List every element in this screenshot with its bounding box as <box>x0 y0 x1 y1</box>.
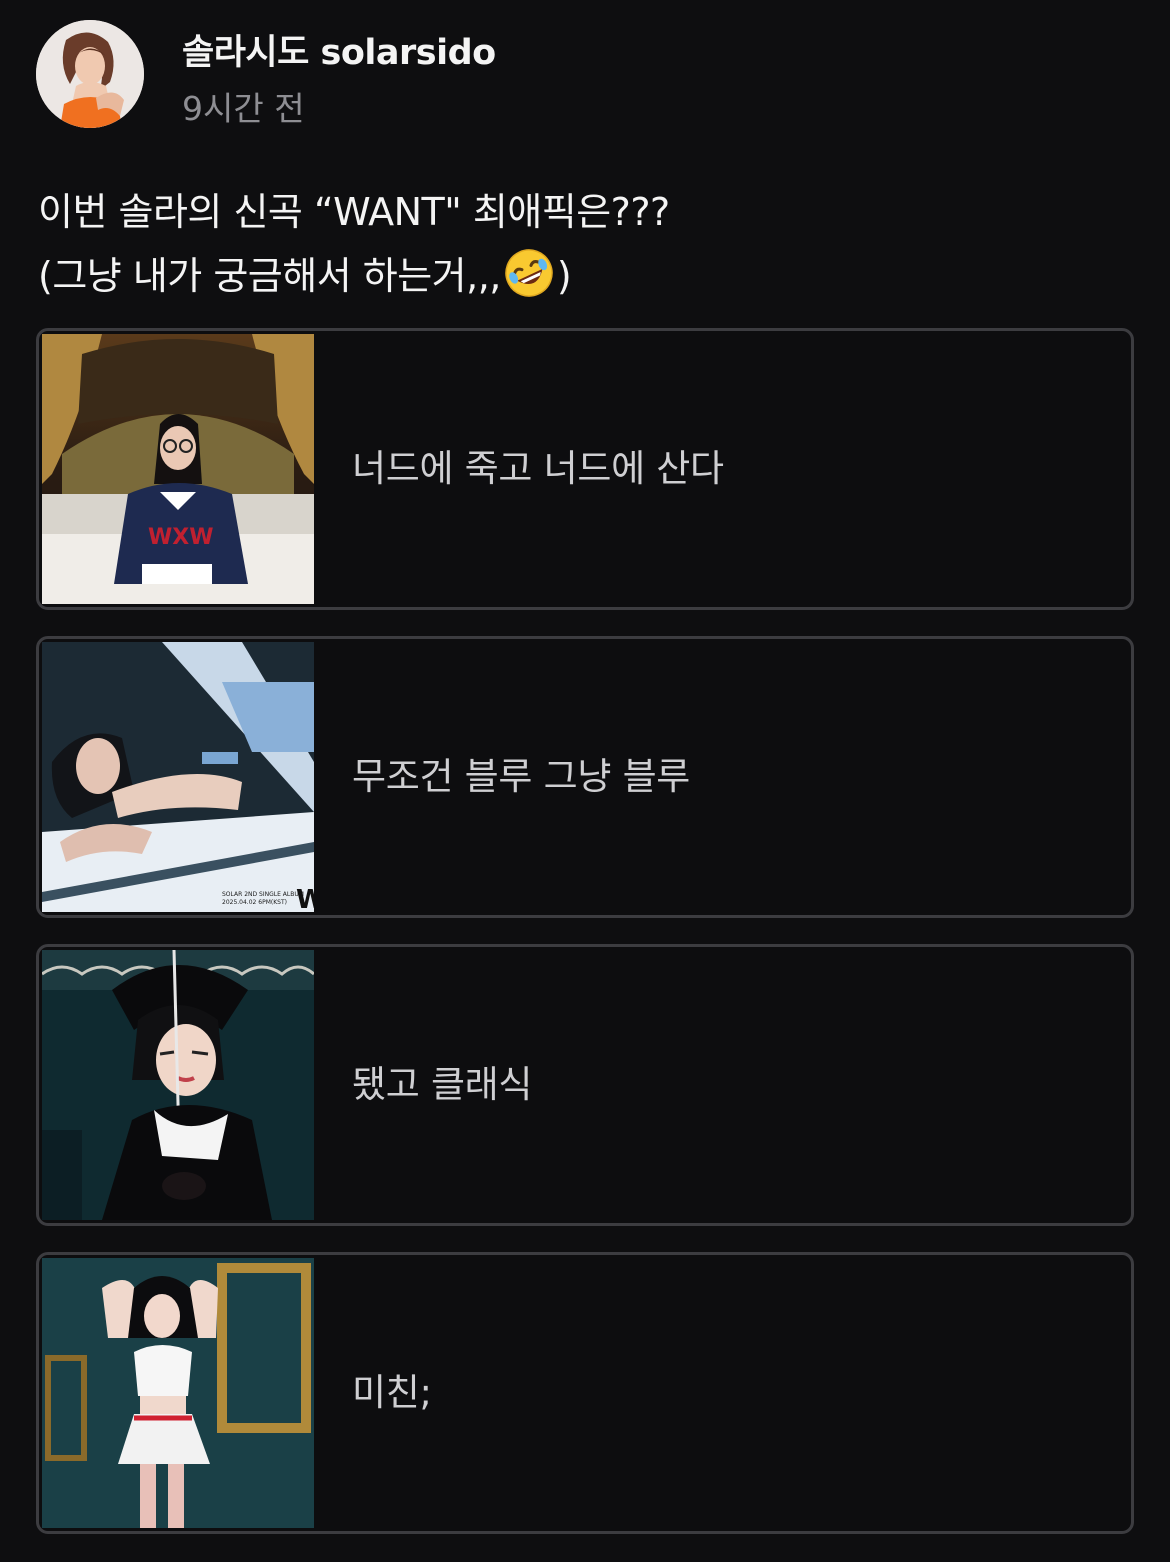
poll-option-4-thumbnail <box>42 1258 314 1528</box>
post-text: 이번 솔라의 신곡 “WANT" 최애픽은??? (그냥 내가 궁금해서 하는거… <box>38 180 1128 308</box>
nerd-concept-photo-icon: WXW <box>42 334 314 604</box>
post-text-line-2: (그냥 내가 궁금해서 하는거,,, ) <box>38 244 1128 308</box>
post-timestamp: 9시간 전 <box>182 89 305 128</box>
poll-option-1-label: 너드에 죽고 너드에 산다 <box>352 447 724 490</box>
post-header: 솔라시도 solarsido 9시간 전 <box>36 18 1136 130</box>
rolling-laughing-emoji-icon <box>505 249 553 297</box>
poll-option-3-label: 됐고 클래식 <box>352 1063 533 1106</box>
author-name[interactable]: 솔라시도 solarsido <box>182 24 496 75</box>
post-text-line-2-end: ) <box>556 254 572 298</box>
post-text-line-2-start: (그냥 내가 궁금해서 하는거,,, <box>38 254 501 298</box>
author-avatar[interactable] <box>36 20 144 128</box>
blue-photo-mark: W <box>296 885 314 912</box>
poll-option-2-label: 무조건 블루 그냥 블루 <box>352 755 691 798</box>
poll-option-2-thumbnail: SOLAR 2ND SINGLE ALBUM 2025.04.02 6PM(KS… <box>42 642 314 912</box>
poll-option-4[interactable]: 미친; <box>36 1252 1134 1534</box>
poll-option-3[interactable]: 됐고 클래식 <box>36 944 1134 1226</box>
svg-text:WXW: WXW <box>148 525 214 550</box>
poll-option-2[interactable]: SOLAR 2ND SINGLE ALBUM 2025.04.02 6PM(KS… <box>36 636 1134 918</box>
classic-concept-photo-icon <box>42 950 314 1220</box>
blue-photo-caption-line-1: SOLAR 2ND SINGLE ALBUM <box>222 891 304 898</box>
post-text-line-1: 이번 솔라의 신곡 “WANT" 최애픽은??? <box>38 190 670 234</box>
profile-photo-icon <box>36 20 144 128</box>
blue-photo-caption-line-2: 2025.04.02 6PM(KST) <box>222 899 287 906</box>
crazy-concept-photo-icon <box>42 1258 314 1528</box>
poll-option-1[interactable]: WXW 너드에 죽고 너드에 산다 <box>36 328 1134 610</box>
blue-concept-photo-icon: SOLAR 2ND SINGLE ALBUM 2025.04.02 6PM(KS… <box>42 642 314 912</box>
poll-option-1-thumbnail: WXW <box>42 334 314 604</box>
poll-option-4-label: 미친; <box>352 1371 432 1414</box>
poll-option-3-thumbnail <box>42 950 314 1220</box>
